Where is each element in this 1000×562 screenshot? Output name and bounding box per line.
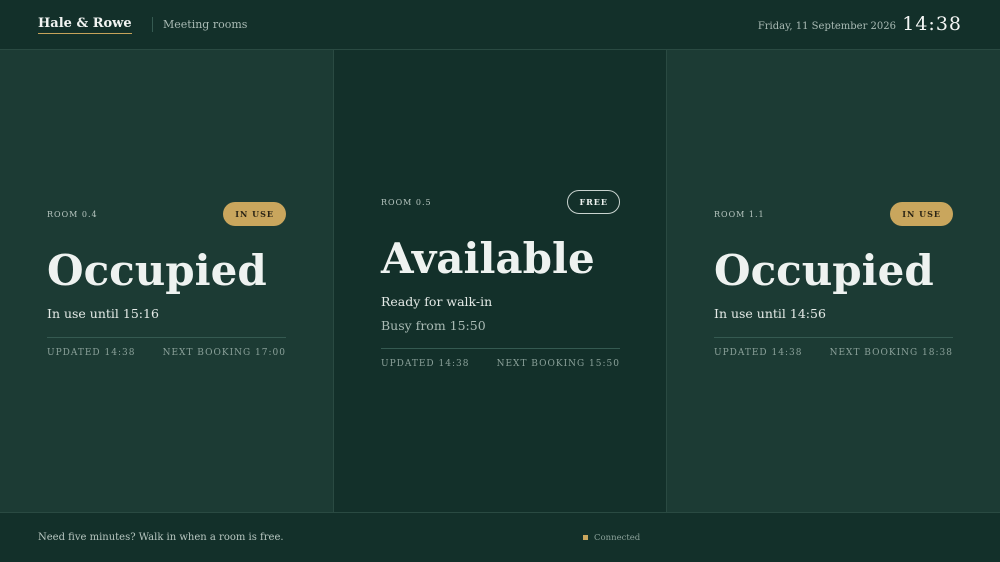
- connection-status: Connected: [594, 533, 641, 543]
- updated-time: UPDATED 14:38: [381, 359, 470, 369]
- brand-name: Hale & Rowe: [38, 16, 132, 34]
- next-booking: NEXT BOOKING 17:00: [162, 348, 286, 358]
- updated-time: UPDATED 14:38: [47, 348, 136, 358]
- room-status: Occupied: [714, 246, 934, 295]
- bottom-bar: Need five minutes? Walk in when a room i…: [0, 512, 1000, 562]
- room-status: Occupied: [47, 246, 267, 295]
- top-bar: Hale & Rowe Meeting rooms Friday, 11 Sep…: [0, 0, 1000, 50]
- room-panels: ROOM 0.4 IN USE Occupied In use until 15…: [0, 50, 1000, 512]
- room-panel-1-1: ROOM 1.1 IN USE Occupied In use until 14…: [667, 50, 1000, 512]
- room-detail: In use until 15:16: [47, 306, 159, 321]
- card-divider: [381, 348, 620, 349]
- current-time: 14:38: [902, 13, 962, 35]
- section-title: Meeting rooms: [163, 18, 248, 31]
- status-badge: FREE: [567, 190, 620, 214]
- room-detail: Ready for walk-in: [381, 294, 493, 309]
- status-badge: IN USE: [223, 202, 286, 226]
- status-badge: IN USE: [890, 202, 953, 226]
- next-booking: NEXT BOOKING 15:50: [496, 359, 620, 369]
- room-code: ROOM 0.5: [381, 198, 432, 207]
- room-panel-0-4: ROOM 0.4 IN USE Occupied In use until 15…: [0, 50, 333, 512]
- room-code: ROOM 0.4: [47, 210, 98, 219]
- card-divider: [47, 337, 286, 338]
- card-divider: [714, 337, 953, 338]
- current-date: Friday, 11 September 2026: [757, 21, 896, 32]
- connection-status-icon: [583, 535, 588, 540]
- room-code: ROOM 1.1: [714, 210, 765, 219]
- updated-time: UPDATED 14:38: [714, 348, 803, 358]
- room-busy-from: Busy from 15:50: [381, 318, 486, 333]
- room-panel-0-5: ROOM 0.5 FREE Available Ready for walk-i…: [333, 50, 667, 512]
- next-booking: NEXT BOOKING 18:38: [829, 348, 953, 358]
- header-divider: [152, 17, 153, 32]
- footer-tagline: Need five minutes? Walk in when a room i…: [38, 532, 284, 543]
- room-status: Available: [381, 234, 595, 283]
- room-detail: In use until 14:56: [714, 306, 826, 321]
